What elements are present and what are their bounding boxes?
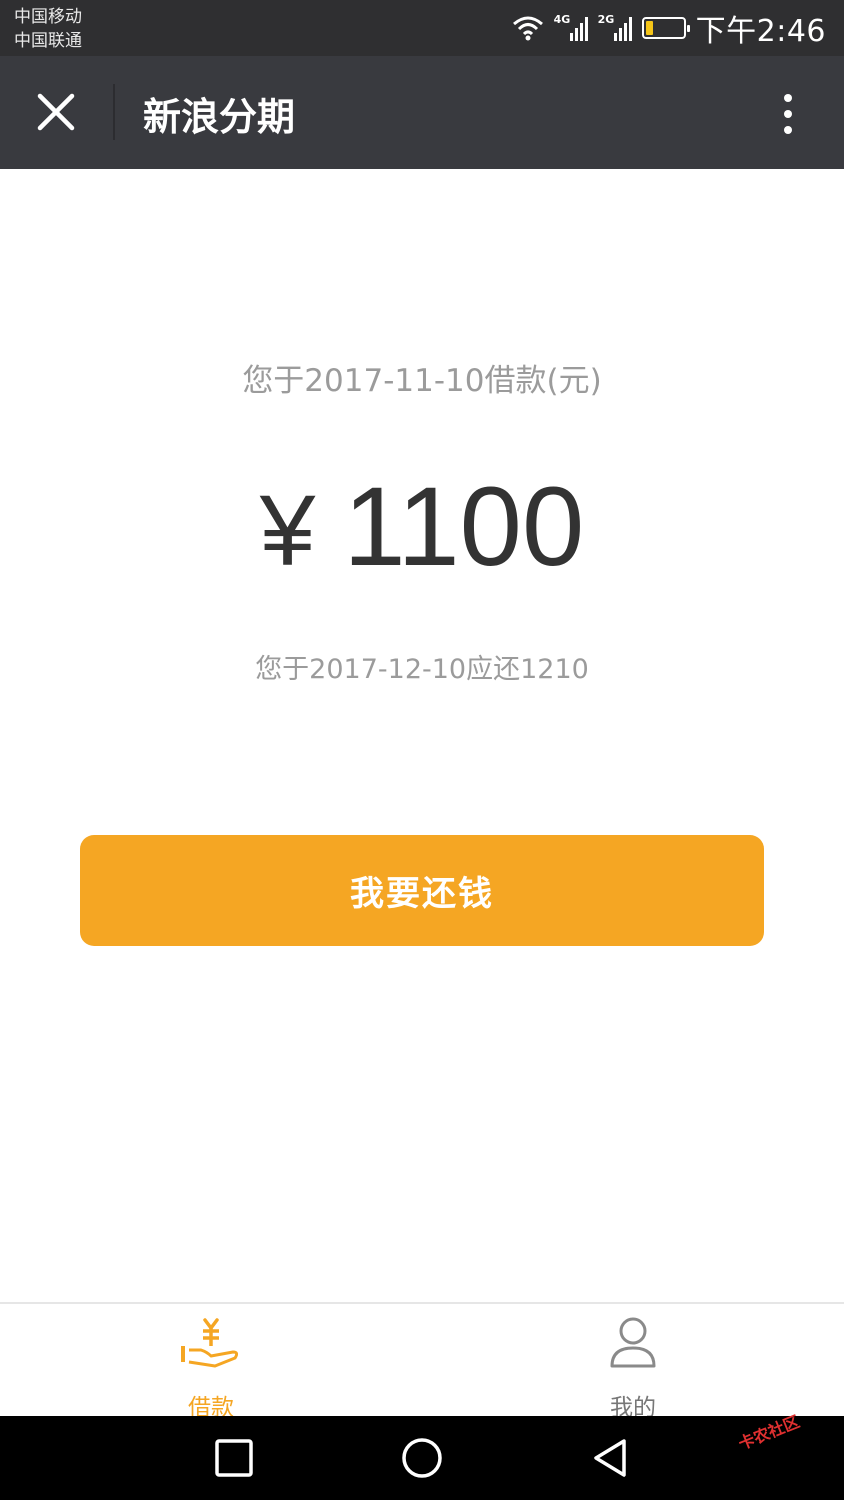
more-dot-icon: [784, 94, 792, 102]
tab-mine[interactable]: 我的: [422, 1304, 844, 1421]
wifi-icon: [512, 16, 543, 41]
signal-4g-tag: 4G: [553, 13, 571, 26]
square-icon[interactable]: [212, 1436, 256, 1480]
page-title: 新浪分期: [143, 95, 296, 139]
signal-4g-icon: 4G: [553, 13, 588, 41]
title-divider: [113, 84, 115, 140]
more-dot-icon: [784, 126, 792, 134]
status-icons: 4G 2G 下午2:46: [512, 8, 826, 49]
repay-button[interactable]: 我要还钱: [80, 835, 764, 946]
title-bar: 新浪分期: [0, 56, 844, 169]
repay-due-text: 您于2017-12-10应还1210: [255, 654, 589, 685]
carrier-info: 中国移动 中国联通: [14, 5, 82, 53]
tab-loan[interactable]: 借款: [0, 1304, 422, 1421]
more-dot-icon: [784, 110, 792, 118]
circle-icon[interactable]: [400, 1436, 444, 1480]
currency-symbol: ¥: [259, 475, 316, 587]
more-options-button[interactable]: [770, 86, 806, 142]
status-bar: 中国移动 中国联通 4G 2G 下午2:46: [0, 0, 844, 56]
loan-amount: ¥1100: [0, 462, 844, 591]
loan-date-text: 您于2017-11-10借款(元): [242, 363, 602, 399]
amount-value: 1100: [343, 464, 585, 589]
clock: 下午2:46: [695, 14, 826, 49]
loan-hand-icon: [181, 1318, 239, 1368]
close-button[interactable]: [28, 84, 84, 140]
carrier-1: 中国移动: [14, 7, 82, 27]
bottom-tab-bar: 借款 我的: [0, 1302, 844, 1421]
carrier-2: 中国联通: [14, 31, 82, 51]
signal-2g-icon: 2G: [597, 13, 632, 41]
close-icon: [37, 93, 75, 131]
user-icon: [610, 1317, 656, 1368]
triangle-back-icon[interactable]: [588, 1436, 632, 1480]
signal-2g-tag: 2G: [597, 13, 615, 26]
system-nav-bar: [0, 1416, 844, 1500]
battery-icon: [641, 17, 690, 39]
